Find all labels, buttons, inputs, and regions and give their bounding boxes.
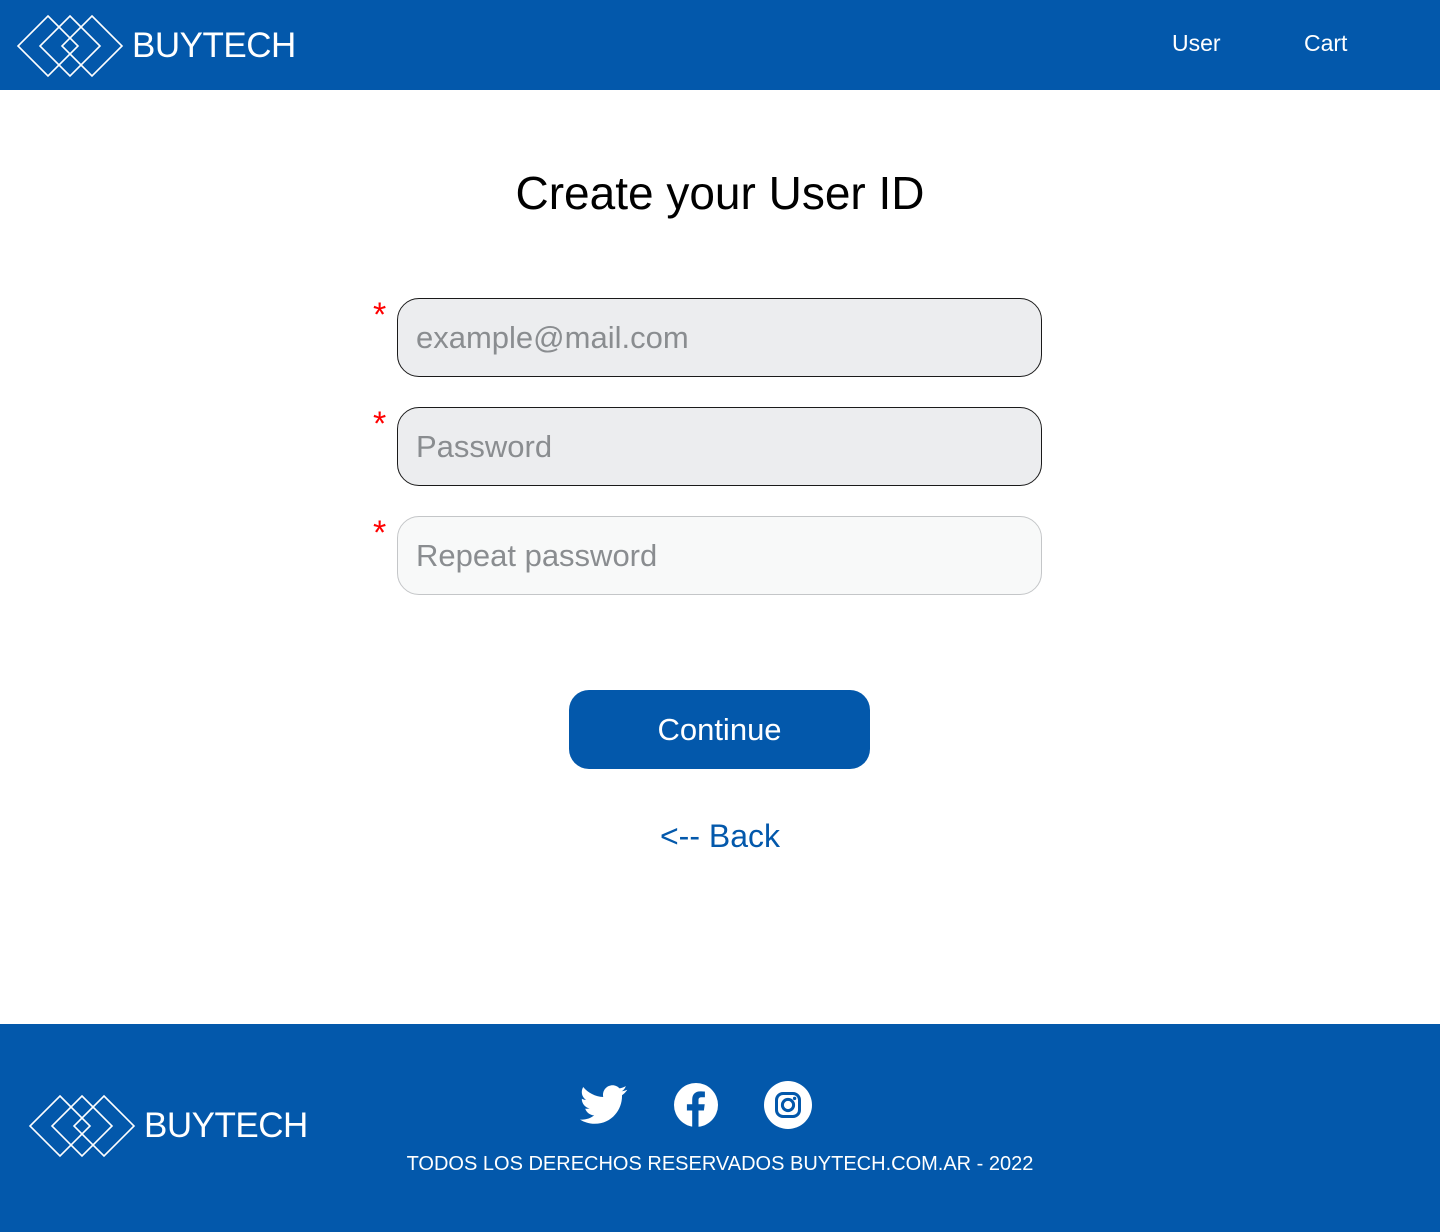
copyright-text: TODOS LOS DERECHOS RESERVADOS BUYTECH.CO… xyxy=(406,1153,1034,1175)
page-title: Create your User ID xyxy=(515,167,925,219)
brand-name: BUYTECH xyxy=(144,1106,308,1145)
required-marker: * xyxy=(373,405,387,443)
social-links xyxy=(580,1081,812,1129)
facebook-icon[interactable] xyxy=(672,1081,720,1129)
nav-user-link[interactable]: User xyxy=(1172,30,1221,57)
diamond-logo-icon xyxy=(28,1094,136,1158)
header-logo[interactable]: BUYTECH xyxy=(16,14,296,78)
twitter-icon[interactable] xyxy=(580,1081,628,1129)
password-row: * xyxy=(370,407,1050,487)
instagram-icon[interactable] xyxy=(764,1081,812,1129)
brand-name: BUYTECH xyxy=(132,26,296,65)
footer-logo[interactable]: BUYTECH xyxy=(28,1094,308,1158)
top-header: BUYTECH User Cart xyxy=(0,0,1440,90)
repeat-password-field[interactable] xyxy=(397,516,1042,595)
repeat-password-row: * xyxy=(370,516,1050,596)
required-marker: * xyxy=(373,296,387,334)
required-marker: * xyxy=(373,514,387,552)
diamond-logo-icon xyxy=(16,14,124,78)
back-link[interactable]: <-- Back xyxy=(0,818,1440,855)
nav-cart-link[interactable]: Cart xyxy=(1304,30,1347,57)
password-field[interactable] xyxy=(397,407,1042,486)
email-field[interactable] xyxy=(397,298,1042,377)
footer: BUYTECH TODOS LOS DERECHOS RESERVADOS BU… xyxy=(0,1024,1440,1232)
email-row: * xyxy=(370,298,1050,378)
continue-button[interactable]: Continue xyxy=(569,690,870,769)
page: BUYTECH User Cart Create your User ID * … xyxy=(0,0,1440,1232)
